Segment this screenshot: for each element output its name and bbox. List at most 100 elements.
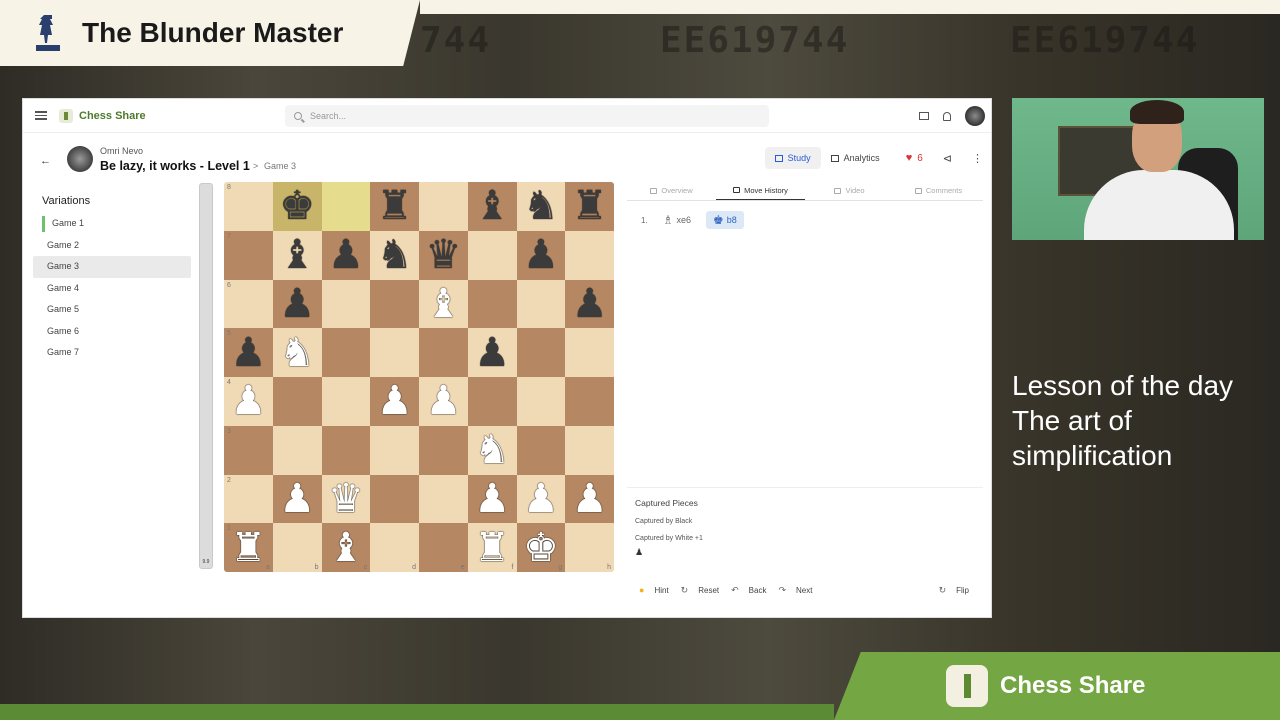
board-square-h4[interactable] bbox=[565, 377, 614, 426]
board-square-e3[interactable] bbox=[419, 425, 468, 475]
board-square-d5[interactable] bbox=[370, 328, 419, 377]
board-square-b7[interactable]: ♝ bbox=[272, 230, 322, 280]
next-button[interactable]: ↷ Next bbox=[778, 585, 812, 596]
white-queen-icon[interactable]: ♛ bbox=[328, 479, 364, 519]
back-button[interactable]: ↶ Back bbox=[731, 585, 766, 596]
black-queen-icon[interactable]: ♛ bbox=[425, 235, 461, 275]
white-bishop-icon[interactable]: ♝ bbox=[425, 284, 461, 324]
sidebar-item-game[interactable]: Game 5 bbox=[33, 299, 191, 321]
board-square-e4[interactable]: ♟ bbox=[419, 377, 468, 426]
board-square-g7[interactable]: ♟ bbox=[516, 230, 566, 280]
board-square-h5[interactable] bbox=[565, 328, 614, 377]
board-square-a7[interactable]: 7 bbox=[224, 230, 273, 280]
board-square-c4[interactable] bbox=[321, 377, 371, 426]
board-square-f7[interactable] bbox=[467, 230, 517, 280]
board-square-g1[interactable]: g ♚ bbox=[516, 523, 566, 572]
like-button[interactable]: ♥ 6 bbox=[906, 152, 923, 164]
board-square-e5[interactable] bbox=[419, 328, 468, 377]
board-square-e6[interactable]: ♝ bbox=[419, 279, 468, 329]
board-square-h2[interactable]: ♟ bbox=[565, 474, 614, 524]
white-pawn-icon[interactable]: ♟ bbox=[572, 479, 608, 519]
brand-name[interactable]: Chess Share bbox=[79, 110, 146, 122]
board-square-f4[interactable] bbox=[467, 377, 517, 426]
panel-tab[interactable]: Move History bbox=[716, 181, 805, 200]
white-pawn-icon[interactable]: ♟ bbox=[230, 381, 266, 421]
white-pawn-icon[interactable]: ♟ bbox=[474, 479, 510, 519]
hint-button[interactable]: ● Hint bbox=[639, 585, 669, 595]
panel-tab[interactable]: Video bbox=[805, 181, 894, 200]
board-square-a1[interactable]: 1 a ♜ bbox=[224, 523, 273, 572]
board-square-f1[interactable]: f ♜ bbox=[467, 523, 517, 572]
black-bishop-icon[interactable]: ♝ bbox=[279, 235, 315, 275]
board-square-b1[interactable]: b bbox=[272, 523, 322, 572]
study-button[interactable]: Study bbox=[764, 147, 821, 169]
board-square-g6[interactable] bbox=[516, 279, 566, 329]
board-square-c6[interactable] bbox=[321, 279, 371, 329]
board-square-c3[interactable] bbox=[321, 425, 371, 475]
board-square-f5[interactable]: ♟ bbox=[467, 328, 517, 377]
board-square-g5[interactable] bbox=[516, 328, 566, 377]
black-pawn-icon[interactable]: ♟ bbox=[523, 235, 559, 275]
board-square-h1[interactable]: h bbox=[565, 523, 614, 572]
share-icon[interactable]: ⊲ bbox=[943, 152, 952, 165]
author-name[interactable]: Omri Nevo bbox=[100, 146, 143, 156]
board-square-h6[interactable]: ♟ bbox=[565, 279, 614, 329]
sidebar-item-game[interactable]: Game 7 bbox=[33, 342, 191, 364]
board-square-e7[interactable]: ♛ bbox=[419, 230, 468, 280]
board-square-e8[interactable] bbox=[419, 182, 468, 231]
flip-button[interactable]: ↻ Flip bbox=[939, 585, 969, 596]
board-square-g4[interactable] bbox=[516, 377, 566, 426]
white-pawn-icon[interactable]: ♟ bbox=[523, 479, 559, 519]
board-square-a5[interactable]: 5 ♟ bbox=[224, 328, 273, 377]
board-square-h3[interactable] bbox=[565, 425, 614, 475]
white-pawn-icon[interactable]: ♟ bbox=[279, 479, 315, 519]
board-square-b8[interactable]: ♚ bbox=[272, 182, 322, 231]
black-king-icon[interactable]: ♚ bbox=[279, 186, 315, 226]
black-bishop-icon[interactable]: ♝ bbox=[474, 186, 510, 226]
board-square-a8[interactable]: 8 bbox=[224, 182, 273, 231]
white-pawn-icon[interactable]: ♟ bbox=[425, 381, 461, 421]
board-square-g8[interactable]: ♞ bbox=[516, 182, 566, 231]
white-rook-icon[interactable]: ♜ bbox=[230, 528, 266, 568]
board-square-f3[interactable]: ♞ bbox=[467, 425, 517, 475]
black-pawn-icon[interactable]: ♟ bbox=[230, 333, 266, 373]
bell-icon[interactable] bbox=[943, 111, 951, 121]
move-item[interactable]: ♚ b8 bbox=[705, 211, 744, 229]
board-square-a2[interactable]: 2 bbox=[224, 474, 273, 524]
search-input[interactable]: Search... bbox=[285, 105, 769, 127]
board-square-f6[interactable] bbox=[467, 279, 517, 329]
black-knight-icon[interactable]: ♞ bbox=[377, 235, 413, 275]
board-square-d8[interactable]: ♜ bbox=[370, 182, 419, 231]
mail-icon[interactable] bbox=[919, 112, 929, 120]
sidebar-item-game[interactable]: Game 6 bbox=[33, 321, 191, 343]
black-pawn-icon[interactable]: ♟ bbox=[328, 235, 364, 275]
analytics-button[interactable]: Analytics bbox=[821, 147, 890, 169]
course-title[interactable]: Be lazy, it works - Level 1 bbox=[100, 159, 250, 173]
board-square-g2[interactable]: ♟ bbox=[516, 474, 566, 524]
black-pawn-icon[interactable]: ♟ bbox=[474, 333, 510, 373]
board-square-c8[interactable] bbox=[321, 182, 371, 231]
board-square-b5[interactable]: ♞ bbox=[272, 328, 322, 377]
board-square-b4[interactable] bbox=[272, 377, 322, 426]
board-square-c7[interactable]: ♟ bbox=[321, 230, 371, 280]
sidebar-item-game[interactable]: Game 1 bbox=[33, 213, 191, 235]
white-rook-icon[interactable]: ♜ bbox=[474, 528, 510, 568]
board-square-g3[interactable] bbox=[516, 425, 566, 475]
board-square-e2[interactable] bbox=[419, 474, 468, 524]
panel-tab[interactable]: Comments bbox=[894, 181, 983, 200]
board-square-c1[interactable]: c ♝ bbox=[321, 523, 371, 572]
sidebar-item-game[interactable]: Game 2 bbox=[33, 235, 191, 257]
white-king-icon[interactable]: ♚ bbox=[523, 528, 559, 568]
move-item[interactable]: ♗ xe6 bbox=[656, 211, 698, 229]
sidebar-item-game[interactable]: Game 4 bbox=[33, 278, 191, 300]
board-square-d3[interactable] bbox=[370, 425, 419, 475]
board-square-d7[interactable]: ♞ bbox=[370, 230, 419, 280]
board-square-b3[interactable] bbox=[272, 425, 322, 475]
chess-board[interactable]: 8 ♚ ♜ ♝ ♞ ♜ 7 ♝ ♟ ♞ ♛ ♟ 6 ♟ ♝ ♟ 5 ♟ ♞ ♟ 4 ♟ ♟ ♟ 3 ♞ 2 ♟ ♛ ♟ ♟ ♟ 1 a ♜ b c ♝ d e… bbox=[224, 182, 614, 572]
white-pawn-icon[interactable]: ♟ bbox=[377, 381, 413, 421]
board-square-c2[interactable]: ♛ bbox=[321, 474, 371, 524]
user-avatar[interactable] bbox=[965, 106, 985, 126]
board-square-h7[interactable] bbox=[565, 230, 614, 280]
board-square-h8[interactable]: ♜ bbox=[565, 182, 614, 231]
black-rook-icon[interactable]: ♜ bbox=[572, 186, 608, 226]
